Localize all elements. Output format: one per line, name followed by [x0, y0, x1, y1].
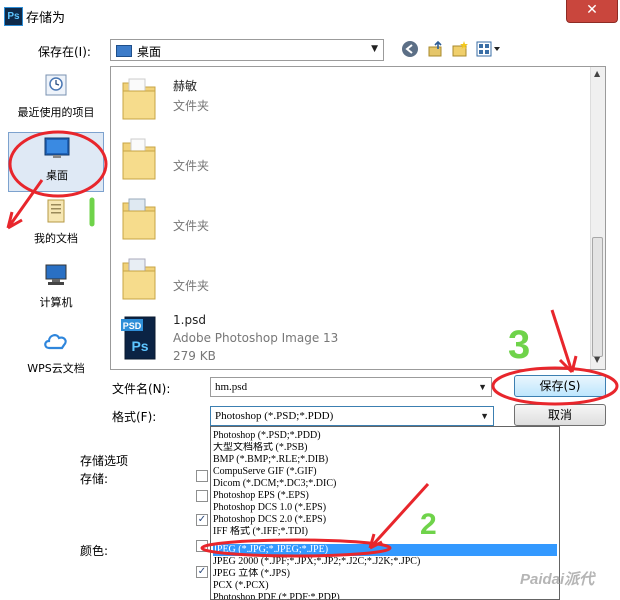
file-list[interactable]: 赫敏 文件夹 文件夹 文件夹 文件夹 PSD Ps 1.psd Adobe Pho…: [110, 66, 606, 370]
file-type: 文件夹: [173, 279, 210, 293]
title-bar: Ps 存储为 ✕: [0, 0, 620, 30]
file-type: 文件夹: [173, 219, 210, 233]
format-option[interactable]: Photoshop DCS 2.0 (*.EPS): [213, 514, 557, 526]
place-computer[interactable]: 计算机: [8, 260, 104, 320]
folder-icon: [122, 78, 156, 120]
format-option[interactable]: BMP (*.BMP;*.RLE;*.DIB): [213, 454, 557, 466]
filename-label: 文件名(N):: [112, 382, 171, 396]
file-type: 文件夹: [173, 159, 210, 173]
place-label: 计算机: [39, 296, 73, 309]
scroll-thumb[interactable]: [592, 237, 603, 357]
up-folder-icon: [428, 40, 442, 57]
format-dropdown-list[interactable]: Photoshop (*.PSD;*.PDD) 大型文档格式 (*.PSB) B…: [210, 426, 560, 600]
filename-input[interactable]: hm.psd ▼: [210, 377, 492, 397]
chevron-down-icon[interactable]: ▼: [478, 378, 487, 396]
scroll-down-icon[interactable]: ▼: [594, 355, 600, 364]
folder-icon: [122, 138, 156, 180]
store-option-checkbox[interactable]: ✓: [196, 514, 208, 526]
format-option[interactable]: Photoshop (*.PSD;*.PDD): [213, 430, 557, 442]
filename-value: hm.psd: [215, 381, 248, 393]
view-grid-icon: [476, 41, 500, 57]
list-item[interactable]: 文件夹: [111, 129, 591, 189]
format-option[interactable]: PCX (*.PCX): [213, 580, 557, 592]
scroll-up-icon[interactable]: ▲: [594, 69, 600, 78]
format-option[interactable]: Photoshop DCS 1.0 (*.EPS): [213, 502, 557, 514]
list-item[interactable]: 文件夹: [111, 249, 591, 309]
up-folder-button[interactable]: [426, 40, 446, 60]
list-item[interactable]: PSD Ps 1.psd Adobe Photoshop Image 13 279…: [111, 309, 591, 369]
format-label: 格式(F):: [112, 410, 157, 424]
place-label: 桌面: [46, 169, 68, 182]
view-menu-button[interactable]: [474, 40, 502, 60]
save-in-label: 保存在(I):: [38, 45, 91, 59]
format-value: Photoshop (*.PSD;*.PDD): [215, 410, 334, 422]
file-name: 赫敏: [173, 79, 198, 93]
format-option[interactable]: JPEG 2000 (*.JPF;*.JPX;*.JP2;*.J2C;*.J2K…: [213, 556, 557, 568]
place-recent[interactable]: 最近使用的项目: [8, 70, 104, 130]
format-select[interactable]: Photoshop (*.PSD;*.PDD) ▼: [210, 406, 494, 426]
watermark: Paidai派代: [520, 571, 595, 588]
window-title: 存储为: [26, 11, 66, 26]
color-option-checkbox[interactable]: ✓: [196, 566, 208, 578]
store-option-checkbox[interactable]: [196, 470, 208, 482]
close-icon: ✕: [586, 2, 598, 18]
place-label: 最近使用的项目: [17, 106, 95, 119]
recent-icon: [45, 74, 67, 96]
place-documents[interactable]: 我的文档: [8, 196, 104, 256]
photoshop-app-icon: Ps: [4, 7, 23, 26]
place-desktop[interactable]: 桌面: [8, 132, 104, 192]
location-dropdown[interactable]: 桌面 ▼: [110, 39, 384, 61]
close-button[interactable]: ✕: [566, 0, 618, 23]
cancel-button[interactable]: 取消: [514, 404, 606, 426]
color-label: 颜色:: [80, 544, 109, 558]
file-name: 1.psd: [173, 313, 206, 327]
svg-text:PSD: PSD: [123, 321, 142, 331]
documents-icon: [47, 199, 65, 223]
format-option[interactable]: CompuServe GIF (*.GIF): [213, 466, 557, 478]
folder-icon: [122, 198, 156, 240]
file-size: 279 KB: [173, 349, 216, 363]
format-option[interactable]: IFF 格式 (*.IFF;*.TDI): [213, 526, 557, 538]
psd-file-icon: PSD Ps: [121, 316, 156, 360]
chevron-down-icon: ▼: [371, 44, 378, 54]
back-icon: [402, 41, 418, 57]
list-item[interactable]: 文件夹: [111, 189, 591, 249]
save-button[interactable]: 保存(S): [514, 375, 606, 397]
place-label: WPS云文档: [27, 362, 85, 375]
new-folder-icon: [452, 41, 468, 57]
svg-text:Ps: Ps: [131, 338, 148, 354]
back-button[interactable]: [400, 40, 420, 60]
format-option[interactable]: Photoshop EPS (*.EPS): [213, 490, 557, 502]
desktop-icon: [44, 137, 70, 158]
file-type: 文件夹: [173, 99, 210, 113]
folder-icon: [122, 258, 156, 300]
location-value: 桌面: [137, 45, 162, 59]
format-option[interactable]: JPEG 立体 (*.JPS): [213, 568, 557, 580]
save-options-label: 存储选项: [80, 454, 129, 468]
store-option-checkbox[interactable]: [196, 490, 208, 502]
file-type: Adobe Photoshop Image 13: [173, 331, 339, 345]
places-bar: 最近使用的项目 桌面 我的文档 计算机 WPS云文档: [8, 68, 104, 398]
place-label: 我的文档: [34, 232, 78, 245]
computer-icon: [45, 264, 67, 285]
desktop-folder-icon: [116, 45, 132, 57]
color-option-checkbox[interactable]: [196, 540, 208, 552]
store-label: 存储:: [80, 472, 109, 486]
format-option[interactable]: Dicom (*.DCM;*.DC3;*.DIC): [213, 478, 557, 490]
new-folder-button[interactable]: [450, 40, 470, 60]
file-list-scrollbar[interactable]: ▲ ▼: [590, 67, 605, 369]
format-option[interactable]: Photoshop PDF (*.PDF;*.PDP): [213, 592, 557, 599]
format-option-selected[interactable]: JPEG (*.JPG;*.JPEG;*.JPE): [213, 544, 557, 556]
chevron-down-icon[interactable]: ▼: [480, 407, 489, 425]
place-wps-cloud[interactable]: WPS云文档: [8, 326, 104, 386]
cloud-icon: [44, 334, 67, 350]
list-item[interactable]: 赫敏 文件夹: [111, 69, 591, 129]
format-option[interactable]: 大型文档格式 (*.PSB): [213, 442, 557, 454]
